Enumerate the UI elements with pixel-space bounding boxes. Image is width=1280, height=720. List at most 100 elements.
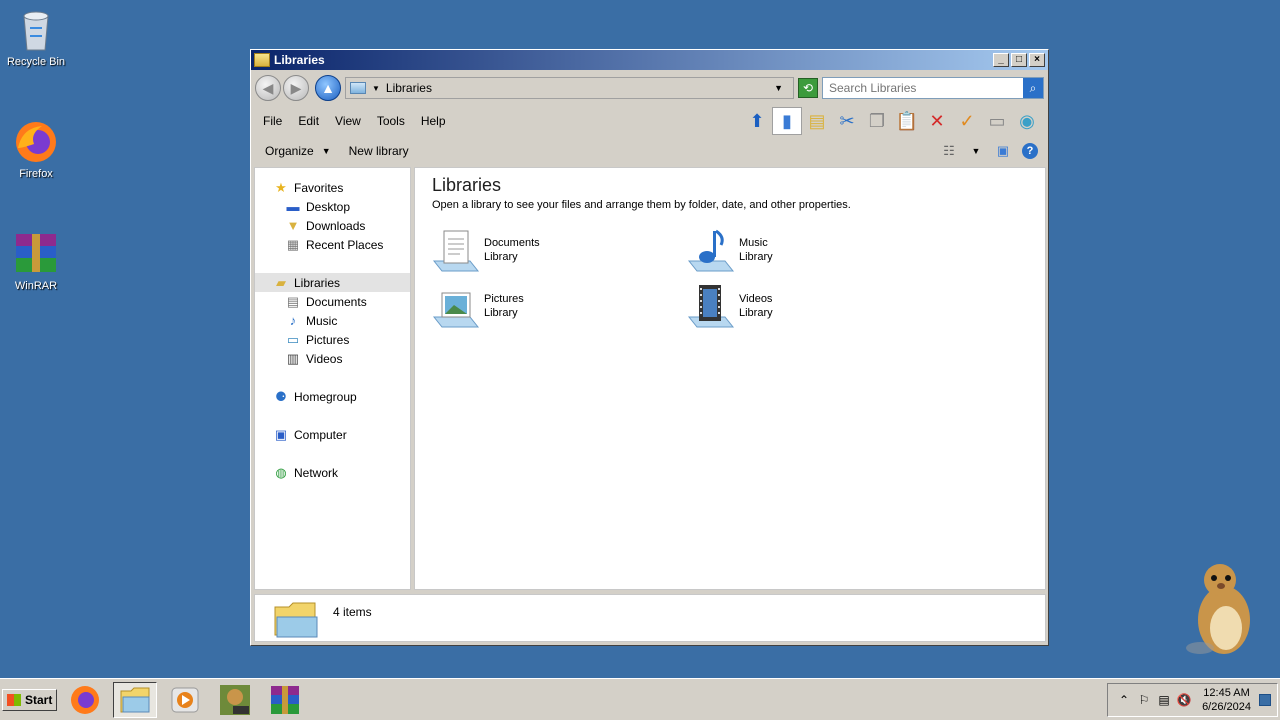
search-box[interactable]: ⌕ xyxy=(822,77,1044,99)
menu-view[interactable]: View xyxy=(329,112,367,130)
desktop-icon-firefox[interactable]: Firefox xyxy=(0,118,72,180)
network-tray-icon[interactable]: ▤ xyxy=(1154,693,1174,707)
back-arrow-icon: ◀ xyxy=(262,79,274,96)
library-music[interactable]: Music Library xyxy=(687,227,942,273)
page-title: Libraries xyxy=(432,175,502,195)
nav-recent-places[interactable]: ▦ Recent Places xyxy=(255,235,410,254)
desktop-icon-recycle-bin[interactable]: Recycle Bin xyxy=(0,6,72,68)
globe-icon[interactable]: ◉ xyxy=(1012,107,1042,135)
nav-desktop[interactable]: ▬ Desktop xyxy=(255,197,410,216)
maximize-button[interactable]: □ xyxy=(1011,53,1027,67)
library-grid: Documents Library Music Library Pictures Li… xyxy=(432,227,1028,329)
forward-button[interactable]: ▶ xyxy=(283,75,309,101)
nav-label: Favorites xyxy=(294,180,344,195)
delete-icon[interactable]: ✕ xyxy=(922,107,952,135)
nav-computer[interactable]: ▣ Computer xyxy=(255,425,410,444)
media-player-icon xyxy=(171,687,199,712)
star-icon: ★ xyxy=(275,179,287,195)
nav-label: Recent Places xyxy=(306,237,384,252)
search-icon[interactable]: ⌕ xyxy=(1023,78,1043,98)
start-button[interactable]: Start xyxy=(2,688,58,711)
action-center-flag-icon[interactable]: ⚐ xyxy=(1134,693,1154,707)
pictures-icon: ▭ xyxy=(286,331,300,347)
computer-icon: ▣ xyxy=(274,426,288,442)
close-button[interactable]: × xyxy=(1029,53,1045,67)
show-hidden-icons-icon[interactable]: ⌃ xyxy=(1114,693,1134,707)
nav-documents[interactable]: ▤ Documents xyxy=(255,292,410,311)
library-videos[interactable]: Videos Library xyxy=(687,283,942,329)
nav-downloads[interactable]: ▼ Downloads xyxy=(255,216,410,235)
address-field[interactable]: ▼ Libraries ▼ xyxy=(345,77,794,99)
videos-icon: ▥ xyxy=(286,350,300,366)
desktop-icon-label: WinRAR xyxy=(14,280,58,292)
explorer-window: Libraries _ □ × ◀ ▶ ▲ ▼ Libraries ▼ ⟲ ⌕ … xyxy=(250,49,1049,646)
folder-options-icon[interactable]: ▤ xyxy=(802,107,832,135)
library-documents[interactable]: Documents Library xyxy=(432,227,687,273)
taskbar-winrar[interactable] xyxy=(263,682,307,718)
menu-help[interactable]: Help xyxy=(415,112,452,130)
taskbar-box-app[interactable] xyxy=(213,682,257,718)
nav-label: Homegroup xyxy=(294,389,357,404)
up-folder-icon[interactable]: ⬆ xyxy=(742,107,772,135)
desktop-icon-winrar[interactable]: WinRAR xyxy=(0,230,72,292)
library-name: Pictures xyxy=(484,293,524,305)
firefox-icon xyxy=(71,685,100,714)
help-icon[interactable]: ? xyxy=(1018,140,1042,162)
paste-icon[interactable]: 📋 xyxy=(892,107,922,135)
breadcrumb[interactable]: Libraries xyxy=(386,81,774,95)
explorer-folder-icon xyxy=(120,687,150,712)
folder-icon xyxy=(254,53,270,67)
menu-file[interactable]: File xyxy=(257,112,288,130)
search-input[interactable] xyxy=(823,78,1023,98)
menu-tools[interactable]: Tools xyxy=(371,112,411,130)
folders-pane-icon[interactable]: ▮ xyxy=(772,107,802,135)
network-icon: ◍ xyxy=(275,464,287,480)
organize-button[interactable]: Organize ▼ xyxy=(257,141,339,161)
recycle-bin-icon xyxy=(12,6,60,54)
cut-icon[interactable]: ✂ xyxy=(832,107,862,135)
nav-label: Desktop xyxy=(306,199,351,214)
undo-check-icon[interactable]: ✓ xyxy=(952,107,982,135)
volume-muted-icon[interactable]: 🔇 xyxy=(1174,693,1194,707)
back-button[interactable]: ◀ xyxy=(255,75,281,101)
command-bar: Organize ▼ New library ☷ ▼ ▣ ? xyxy=(251,136,1048,166)
new-library-button[interactable]: New library xyxy=(341,141,417,161)
view-options-icon[interactable]: ☷ xyxy=(937,140,961,162)
taskbar-firefox[interactable] xyxy=(63,682,107,718)
minimize-button[interactable]: _ xyxy=(993,53,1009,67)
windows-logo-icon xyxy=(7,693,21,706)
taskbar-explorer[interactable] xyxy=(113,681,158,718)
libraries-folder-icon xyxy=(273,599,319,639)
preview-pane-icon[interactable]: ▣ xyxy=(991,140,1015,162)
organize-label: Organize xyxy=(265,144,314,158)
hamster-mascot[interactable] xyxy=(1180,558,1260,658)
title-bar[interactable]: Libraries _ □ × xyxy=(251,50,1048,70)
nav-videos[interactable]: ▥ Videos xyxy=(255,349,410,368)
content-pane: Libraries Open a library to see your fil… xyxy=(414,167,1046,590)
taskbar-media-player[interactable] xyxy=(163,682,207,718)
nav-favorites[interactable]: ★ Favorites xyxy=(255,178,410,197)
clock[interactable]: 12:45 AM 6/26/2024 xyxy=(1202,686,1251,714)
nav-pictures[interactable]: ▭ Pictures xyxy=(255,330,410,349)
chevron-down-icon[interactable]: ▼ xyxy=(964,140,988,162)
refresh-button[interactable]: ⟲ xyxy=(798,78,818,98)
page-subtitle: Open a library to see your files and arr… xyxy=(432,199,851,211)
nav-label: Libraries xyxy=(294,275,341,290)
nav-label: Network xyxy=(294,465,339,480)
nav-homegroup[interactable]: ⚈ Homegroup xyxy=(255,387,410,406)
desktop-icon-label: Firefox xyxy=(19,168,53,180)
show-desktop-button[interactable] xyxy=(1259,693,1271,706)
properties-icon[interactable]: ▭ xyxy=(982,107,1012,135)
copy-icon[interactable]: ❐ xyxy=(862,107,892,135)
nav-music[interactable]: ♪ Music xyxy=(255,311,410,330)
library-pictures[interactable]: Pictures Library xyxy=(432,283,687,329)
nav-network[interactable]: ◍ Network xyxy=(255,463,410,482)
documents-icon: ▤ xyxy=(286,293,300,309)
address-dropdown-icon[interactable]: ▼ xyxy=(774,83,783,93)
clock-date: 6/26/2024 xyxy=(1202,700,1251,713)
homegroup-icon: ⚈ xyxy=(275,388,287,404)
menu-edit[interactable]: Edit xyxy=(292,112,325,130)
up-button[interactable]: ▲ xyxy=(315,75,341,101)
nav-libraries[interactable]: ▰ Libraries xyxy=(255,273,410,292)
chevron-down-icon[interactable]: ▼ xyxy=(372,84,380,93)
